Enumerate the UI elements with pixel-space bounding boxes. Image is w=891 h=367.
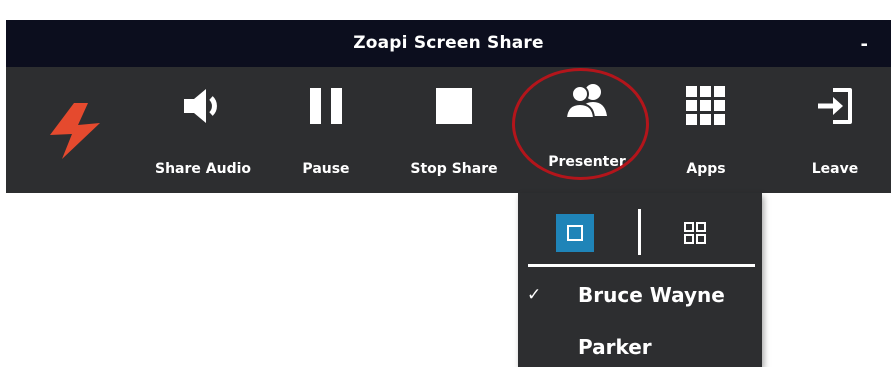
pause-button[interactable]: Pause [288,67,364,193]
view-divider [638,209,641,255]
speaker-icon [184,89,217,123]
leave-button[interactable]: Leave [800,67,870,193]
apps-label: Apps [686,161,726,177]
presenter-dropdown: ✓ Bruce Wayne Parker [518,193,762,367]
stop-share-button[interactable]: Stop Share [393,67,515,193]
apps-button[interactable]: Apps [672,67,740,193]
share-audio-button[interactable]: Share Audio [137,67,269,193]
presenter-item-bruce-wayne[interactable]: ✓ Bruce Wayne [518,275,762,315]
users-icon [564,84,607,119]
grid-icon [686,86,725,125]
single-view-icon [567,225,583,241]
lightning-bolt-icon [50,103,100,159]
check-icon: ✓ [527,285,542,305]
title-bar: Zoapi Screen Share - [6,20,891,67]
pause-label: Pause [302,161,350,177]
exit-icon [818,88,852,124]
grid-view-icon[interactable] [683,221,707,245]
presenter-name: Bruce Wayne [578,283,725,307]
share-audio-label: Share Audio [154,161,252,177]
toolbar: Share Audio Pause Stop Share Presenter A… [6,67,891,193]
presenter-button[interactable]: Presenter [531,67,643,193]
stop-share-label: Stop Share [410,161,498,177]
presenter-name: Parker [578,335,652,359]
stop-icon [436,88,472,124]
window-title: Zoapi Screen Share [353,33,544,53]
single-view-button[interactable] [556,214,594,252]
presenter-label: Presenter [548,154,626,170]
leave-label: Leave [811,161,859,177]
pause-icon [310,88,342,124]
minimize-button[interactable]: - [861,20,868,67]
menu-divider [528,264,755,267]
presenter-item-parker[interactable]: Parker [518,327,762,367]
